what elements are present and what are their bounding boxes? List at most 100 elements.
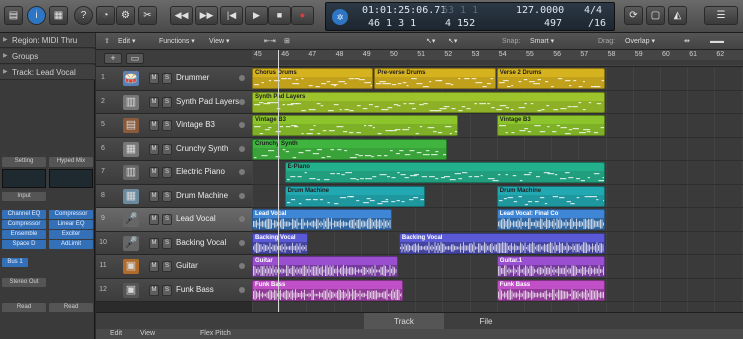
track-header-row[interactable]: 9 🎤 M S Lead Vocal [96,208,252,232]
track-name[interactable]: Funk Bass [176,285,214,294]
track-name[interactable]: Electric Piano [176,167,225,176]
mute-button[interactable]: M [149,284,159,296]
mute-button[interactable]: M [149,120,159,131]
track-header-row[interactable]: 7 ▥ M S Electric Piano [96,161,252,185]
region[interactable]: Funk Bass [252,279,404,301]
region[interactable]: Lead Vocal: Final Co [496,209,605,230]
track-name[interactable]: Synth Pad Layers [176,97,239,106]
region[interactable]: Guitar [252,256,398,277]
toolbar-icon[interactable]: ▦ [49,6,68,25]
catch-icon[interactable]: ⇤⇥ [264,36,276,47]
playhead[interactable] [278,50,279,312]
up-arrow-icon[interactable]: ⇧ [104,36,110,47]
mute-button[interactable]: M [149,96,159,108]
tab-track[interactable]: Track [364,313,444,330]
plugin-slot-1-right[interactable]: Compressor [49,210,93,219]
pointer-tool-icon[interactable]: ↖▾ [426,36,435,47]
metronome-icon[interactable]: ◭ [668,6,687,25]
cycle-icon[interactable]: ⟳ [624,6,643,25]
record-enable-icon[interactable] [239,122,245,128]
track-inspector-header[interactable]: ▶ Track: Lead Vocal [0,65,95,80]
track-name[interactable]: Vintage B3 [176,120,215,129]
eq-thumbnail-right[interactable] [49,169,93,188]
ruler[interactable]: 45464748495051525354555657585960616263 [252,50,743,67]
track-name[interactable]: Crunchy Synth [176,144,228,153]
region[interactable]: Vintage B3 [252,115,458,136]
record-enable-icon[interactable] [239,98,245,105]
record-enable-icon[interactable] [239,75,245,81]
hyped-mix-button[interactable]: Hyped Mix [49,157,93,167]
record-enable-icon[interactable] [239,216,245,222]
secondary-tool-icon[interactable]: ↖▾ [448,36,457,47]
solo-button[interactable]: S [162,190,172,202]
lcd-display[interactable]: ✲ 01:01:25:06.71 46 1 3 1 63 1 1 4 152 1… [325,2,615,31]
rewind-button[interactable]: ◀◀ [170,6,193,25]
plugin-slot-4-right[interactable]: AdLimit [49,240,93,249]
region[interactable]: Drum Machine [284,185,426,207]
arrange-area[interactable]: Chorus Drums Pre-verse Drums Verse 2 Drums… [252,67,743,312]
region[interactable]: Verse 2 Drums [496,68,605,89]
play-button[interactable]: ▶ [245,6,268,25]
info-icon[interactable]: i [27,6,46,25]
mute-button[interactable]: M [149,237,159,249]
track-options-button[interactable]: ▭ [126,53,144,64]
region[interactable]: Backing Vocal [398,232,605,254]
record-enable-icon[interactable] [239,169,245,175]
record-enable-icon[interactable] [239,263,245,269]
solo-button[interactable]: S [162,284,172,296]
zoom-icon[interactable]: ⊞ [284,36,290,47]
track-header-row[interactable]: 6 ▦ M S Crunchy Synth [96,137,252,161]
plugin-slot-2-left[interactable]: Compressor [2,220,46,229]
snap-select[interactable]: Smart ▾ [530,36,554,47]
solo-button[interactable]: S [162,214,172,225]
waveform-zoom-icon[interactable]: ⇹ [684,36,690,47]
editors-icon[interactable]: ✂ [138,6,157,25]
add-track-button[interactable]: + [104,53,122,64]
automation-read-right[interactable]: Read [49,303,93,312]
solo-button[interactable]: S [162,73,172,84]
track-name[interactable]: Guitar [176,261,198,270]
track-name[interactable]: Lead Vocal [176,214,216,223]
region[interactable]: Lead Vocal [252,209,393,230]
editor-edit-menu[interactable]: Edit [110,330,122,337]
cycle-area[interactable] [252,60,743,65]
fast-forward-button[interactable]: ▶▶ [195,6,218,25]
track-header-row[interactable]: 5 ▤ M S Vintage B3 [96,114,252,138]
mute-button[interactable]: M [149,214,159,225]
input-slot[interactable]: Input [2,192,46,201]
track-header-row[interactable]: 8 ▦ M S Drum Machine [96,184,252,208]
lcd-settings-icon[interactable]: ✲ [332,9,348,25]
editor-view-menu[interactable]: View [140,330,155,337]
track-name[interactable]: Drummer [176,73,209,82]
tab-file[interactable]: File [446,313,526,330]
replace-icon[interactable]: ▢ [646,6,665,25]
setting-button[interactable]: Setting [2,157,46,167]
track-name[interactable]: Backing Vocal [176,238,226,247]
go-to-beginning-button[interactable]: |◀ [220,6,243,25]
solo-button[interactable]: S [162,143,172,155]
automation-read-left[interactable]: Read [2,303,46,312]
mute-button[interactable]: M [149,261,159,272]
solo-button[interactable]: S [162,96,172,108]
record-enable-icon[interactable] [239,239,245,246]
output-slot[interactable]: Stereo Out [2,278,46,287]
library-icon[interactable]: ▤ [4,6,23,25]
track-header-row[interactable]: 12 ▣ M S Funk Bass [96,278,252,302]
track-header-row[interactable]: 1 🥁 M S Drummer [96,67,252,91]
track-header-row[interactable]: 10 🎤 M S Backing Vocal [96,231,252,255]
region[interactable]: Synth Pad Layers [252,91,605,113]
drag-select[interactable]: Overlap ▾ [625,36,655,47]
solo-button[interactable]: S [162,167,172,178]
region[interactable]: Drum Machine [496,185,605,207]
record-button[interactable]: ● [291,6,314,25]
smart-controls-icon[interactable]: ◔ [96,6,115,25]
plugin-slot-3-left[interactable]: Ensemble [2,230,46,239]
track-header-row[interactable]: 2 ▥ M S Synth Pad Layers [96,90,252,114]
plugin-slot-1-left[interactable]: Channel EQ [2,210,46,219]
mixer-icon[interactable]: ⚙ [116,6,135,25]
region[interactable]: E-Piano [284,162,605,183]
record-enable-icon[interactable] [239,145,245,152]
plugin-slot-3-right[interactable]: Exciter [49,230,93,239]
region[interactable]: Crunchy Synth [252,138,447,160]
mute-button[interactable]: M [149,143,159,155]
